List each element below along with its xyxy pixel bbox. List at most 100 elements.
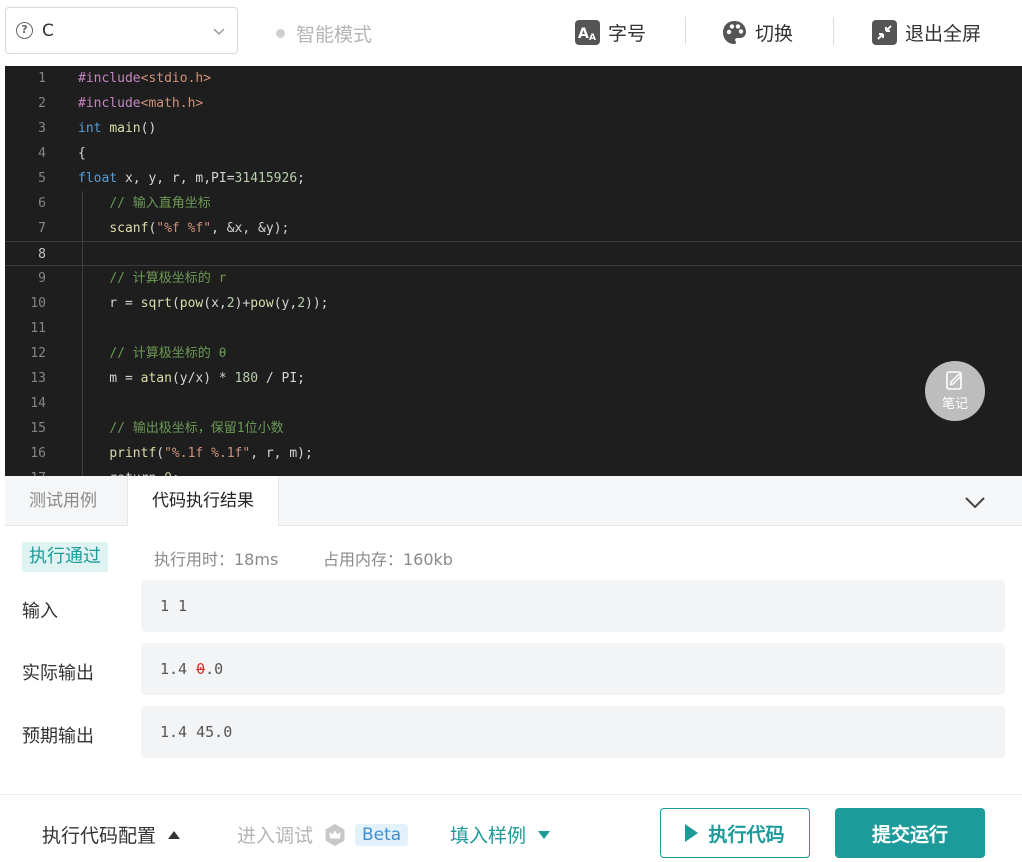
code-token: (x,: [203, 296, 227, 311]
line-number: 3: [38, 121, 46, 136]
code-line[interactable]: 7 scanf("%f %f", &x, &y);: [5, 216, 1022, 241]
smart-mode-toggle[interactable]: 智能模式: [276, 20, 372, 47]
code-token: / PI;: [258, 371, 306, 386]
code-line[interactable]: 10 r = sqrt(pow(x,2)+pow(y,2));: [5, 291, 1022, 316]
code-text: // 输出极坐标，保留1位小数: [78, 416, 283, 441]
input-value-box: 1 1: [141, 580, 1005, 632]
code-line[interactable]: 5 float x, y, r, m,PI=31415926;: [5, 166, 1022, 191]
code-token: pow: [250, 296, 274, 311]
expected-output-box: 1.4 45.0: [141, 706, 1005, 758]
code-token: main: [109, 121, 141, 136]
code-token: 31415926: [234, 171, 298, 186]
line-number: 11: [30, 321, 46, 336]
debug-label: 进入调试: [237, 825, 314, 847]
actual-output-diff: 0: [196, 660, 206, 678]
code-token: // 输入直角坐标: [109, 196, 211, 211]
line-number: 17: [5, 466, 46, 476]
code-text: // 输入直角坐标: [78, 191, 211, 216]
actual-output-box: 1.4 0.0: [141, 643, 1005, 695]
code-editor[interactable]: 1 #include<stdio.h> 2 #include<math.h> 3 int …: [5, 66, 1022, 476]
line-number: 9: [38, 271, 46, 286]
run-code-button[interactable]: 执行代码: [660, 808, 810, 858]
play-icon: [685, 824, 699, 842]
line-number: 7: [38, 221, 46, 236]
code-line[interactable]: 15 // 输出极坐标，保留1位小数: [5, 416, 1022, 441]
code-line[interactable]: 12 // 计算极坐标的 θ: [5, 341, 1022, 366]
code-line[interactable]: 13 m = atan(y/x) * 180 / PI;: [5, 366, 1022, 391]
memory-usage: 占用内存：160kb: [323, 550, 453, 569]
notes-label: 笔记: [941, 397, 968, 412]
dot-icon: [276, 29, 285, 38]
top-toolbar: ? C 智能模式 AA 字号 切换 退出全屏: [0, 0, 1022, 66]
collapse-chevron-icon[interactable]: [963, 490, 987, 514]
code-token: 180: [234, 371, 259, 386]
code-token: (y,: [273, 296, 298, 311]
code-text: return 0;: [78, 466, 179, 476]
code-token: // 计算极坐标的 r: [109, 271, 227, 286]
smart-mode-label: 智能模式: [296, 24, 373, 46]
line-number: 15: [30, 421, 46, 436]
exec-time: 执行用时：18ms: [154, 550, 279, 569]
input-label: 输入: [22, 601, 58, 622]
code-line[interactable]: 6 // 输入直角坐标: [5, 191, 1022, 216]
code-line[interactable]: 17 return 0;: [5, 466, 1022, 476]
code-line[interactable]: 8: [5, 241, 1022, 266]
code-line[interactable]: 3 int main(): [5, 116, 1022, 141]
code-line[interactable]: 1 #include<stdio.h>: [5, 66, 1022, 91]
palette-icon: [723, 20, 746, 44]
code-token: (: [156, 446, 165, 461]
language-select[interactable]: ? C: [5, 7, 238, 54]
code-token: #include: [78, 96, 141, 111]
code-line[interactable]: 11: [5, 316, 1022, 341]
fill-sample-button[interactable]: 填入样例: [450, 821, 551, 848]
divider: [833, 17, 834, 45]
exit-fullscreen-button[interactable]: 退出全屏: [872, 16, 981, 48]
tab-run-result[interactable]: 代码执行结果: [127, 476, 279, 527]
expected-output-value: 1.4 45.0: [160, 723, 233, 741]
beta-badge: Beta: [355, 823, 409, 846]
code-token: r =: [78, 296, 141, 311]
line-number: 8: [38, 247, 46, 262]
switch-theme-button[interactable]: 切换: [722, 16, 793, 48]
line-number: 6: [38, 196, 46, 211]
code-line[interactable]: 2 #include<math.h>: [5, 91, 1022, 116]
code-token: scanf: [109, 221, 149, 236]
actual-output-prefix: 1.4: [160, 660, 197, 678]
code-text: m = atan(y/x) * 180 / PI;: [78, 366, 305, 391]
edit-note-icon: [946, 371, 962, 390]
font-size-button[interactable]: AA 字号: [575, 16, 646, 48]
code-token: pow: [179, 296, 204, 311]
line-number: 13: [30, 371, 46, 386]
code-text: scanf("%f %f", &x, &y);: [78, 216, 289, 241]
font-size-icon: AA: [575, 19, 600, 45]
code-line[interactable]: 4{: [5, 141, 1022, 166]
exit-fullscreen-icon: [872, 19, 897, 45]
code-line[interactable]: 16 printf("%.1f %.1f", r, m);: [5, 441, 1022, 466]
vip-crown-icon: [325, 823, 345, 846]
notes-button[interactable]: 笔记: [925, 361, 985, 421]
tab-test-cases[interactable]: 测试用例: [5, 476, 121, 526]
code-line[interactable]: 14: [5, 391, 1022, 416]
code-token: (y/x) *: [171, 371, 235, 386]
code-line[interactable]: 9 // 计算极坐标的 r: [5, 266, 1022, 291]
code-token: float: [78, 171, 118, 186]
code-token: printf: [109, 446, 157, 461]
line-number: 12: [30, 346, 46, 361]
exec-config-label: 执行代码配置: [42, 825, 157, 847]
exec-config-toggle[interactable]: 执行代码配置: [42, 821, 181, 848]
code-token: // 计算极坐标的 θ: [109, 346, 227, 361]
code-token: <math.h>: [140, 96, 204, 111]
code-text: float x, y, r, m,PI=31415926;: [78, 166, 305, 191]
code-token: #include: [78, 71, 141, 86]
result-panel: 执行通过 执行用时：18ms 占用内存：160kb 输入 1 1 实际输出 1.…: [5, 526, 1022, 794]
chevron-down-icon: [213, 27, 225, 35]
font-size-label: 字号: [608, 22, 647, 45]
code-token: (: [171, 296, 180, 311]
submit-button[interactable]: 提交运行: [835, 808, 985, 858]
debug-button[interactable]: 进入调试 Beta: [237, 821, 409, 848]
expected-output-label: 预期输出: [22, 726, 94, 747]
line-number: 5: [38, 171, 46, 186]
code-token: ;: [297, 171, 305, 186]
